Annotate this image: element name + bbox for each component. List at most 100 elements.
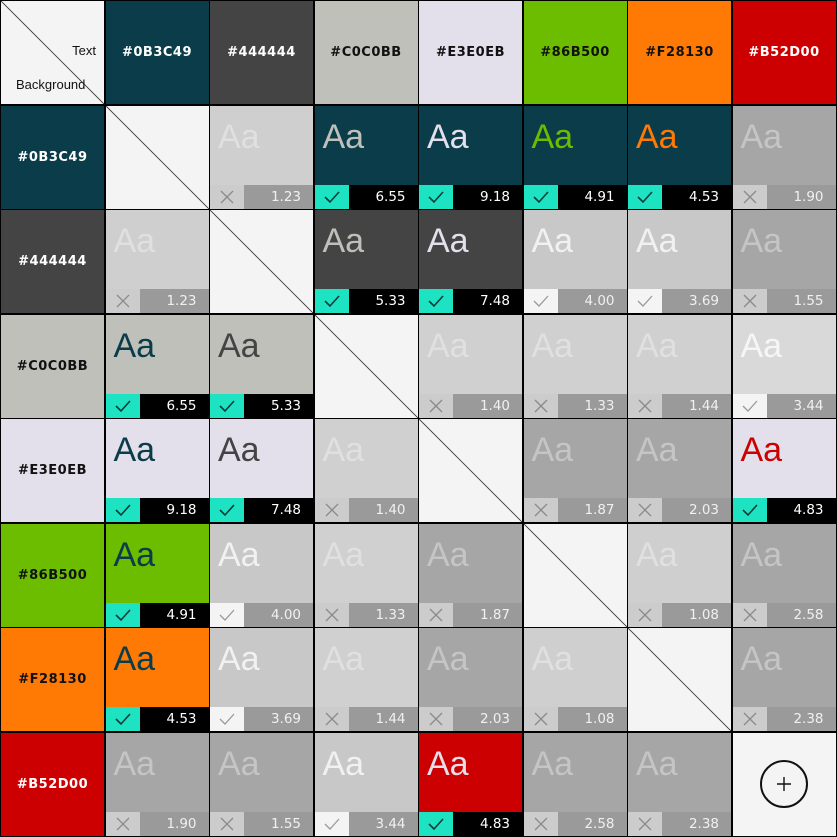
contrast-sample-e3e0eb-on-f28130[interactable]: Aa 2.03: [419, 628, 522, 731]
contrast-sample-86b500-on-444444[interactable]: Aa 4.00: [523, 210, 627, 313]
sample-text: Aa: [427, 535, 469, 574]
plus-icon: [777, 777, 791, 791]
contrast-sample-e3e0eb-on-0b3c49[interactable]: Aa 9.18: [419, 105, 522, 209]
cross-icon: [314, 602, 349, 627]
text-color-header-86b500[interactable]: #86B500: [523, 1, 627, 104]
status-bar: 1.87: [523, 498, 627, 522]
diagonal-cell: [314, 314, 418, 418]
contrast-sample-c0c0bb-on-f28130[interactable]: Aa 1.44: [314, 628, 418, 731]
cross-icon: [732, 289, 767, 313]
background-color-header-444444[interactable]: #444444: [1, 210, 104, 313]
status-bar: 2.03: [419, 707, 522, 731]
sample-text: Aa: [636, 744, 678, 783]
status-bar: 1.90: [732, 184, 836, 209]
contrast-sample-444444-on-f28130[interactable]: Aa 3.69: [210, 628, 313, 731]
contrast-sample-444444-on-c0c0bb[interactable]: Aa 5.33: [210, 314, 313, 418]
status-bar: 1.44: [628, 393, 731, 418]
contrast-sample-444444-on-86b500[interactable]: Aa 4.00: [210, 523, 313, 627]
contrast-sample-e3e0eb-on-b52d00[interactable]: Aa 4.83: [419, 732, 522, 836]
contrast-sample-0b3c49-on-c0c0bb[interactable]: Aa 6.55: [105, 314, 209, 418]
text-color-header-e3e0eb[interactable]: #E3E0EB: [419, 1, 522, 104]
status-bar: 1.55: [210, 811, 313, 836]
contrast-ratio: 1.23: [244, 184, 313, 209]
status-bar: 4.83: [419, 811, 522, 836]
contrast-sample-c0c0bb-on-444444[interactable]: Aa 5.33: [314, 210, 418, 313]
background-color-header-0b3c49[interactable]: #0B3C49: [1, 105, 104, 209]
contrast-sample-0b3c49-on-f28130[interactable]: Aa 4.53: [105, 628, 209, 731]
sample-text: Aa: [113, 535, 156, 574]
contrast-sample-86b500-on-0b3c49[interactable]: Aa 4.91: [523, 105, 627, 209]
contrast-sample-c0c0bb-on-86b500[interactable]: Aa 1.33: [314, 523, 418, 627]
contrast-sample-c0c0bb-on-e3e0eb[interactable]: Aa 1.40: [314, 419, 418, 522]
cross-icon: [628, 393, 662, 418]
contrast-sample-86b500-on-e3e0eb[interactable]: Aa 1.87: [523, 419, 627, 522]
sample-text: Aa: [113, 222, 156, 260]
contrast-sample-0b3c49-on-444444[interactable]: Aa 1.23: [105, 210, 209, 313]
contrast-sample-f28130-on-c0c0bb[interactable]: Aa 1.44: [628, 314, 731, 418]
contrast-sample-b52d00-on-c0c0bb[interactable]: Aa 3.44: [732, 314, 836, 418]
background-color-label: #86B500: [17, 567, 88, 583]
check-light-icon: [732, 393, 767, 418]
text-color-label: #86B500: [540, 45, 610, 60]
contrast-sample-0b3c49-on-e3e0eb[interactable]: Aa 9.18: [105, 419, 209, 522]
status-bar: 4.53: [628, 184, 731, 209]
background-color-header-c0c0bb[interactable]: #C0C0BB: [1, 314, 104, 418]
background-color-header-86b500[interactable]: #86B500: [1, 523, 104, 627]
background-axis-label: Background: [16, 77, 86, 92]
sample-text: Aa: [218, 326, 260, 365]
contrast-sample-b52d00-on-e3e0eb[interactable]: Aa 4.83: [732, 419, 836, 522]
sample-text: Aa: [531, 222, 574, 260]
sample-text: Aa: [636, 117, 678, 156]
background-color-header-e3e0eb[interactable]: #E3E0EB: [1, 419, 104, 522]
contrast-sample-f28130-on-b52d00[interactable]: Aa 2.38: [628, 732, 731, 836]
cross-icon: [105, 289, 140, 313]
contrast-ratio: 1.33: [348, 602, 418, 627]
check-icon: [628, 184, 662, 209]
diagonal-line: [314, 314, 418, 418]
cross-icon: [732, 602, 767, 627]
contrast-ratio: 7.48: [453, 289, 522, 313]
contrast-ratio: 9.18: [139, 498, 209, 522]
background-color-header-f28130[interactable]: #F28130: [1, 628, 104, 731]
diagonal-line: [523, 523, 627, 627]
sample-text: Aa: [113, 744, 156, 783]
text-color-header-b52d00[interactable]: #B52D00: [732, 1, 836, 104]
contrast-sample-e3e0eb-on-444444[interactable]: Aa 7.48: [419, 210, 522, 313]
status-bar: 2.03: [628, 498, 731, 522]
status-bar: 5.33: [210, 393, 313, 418]
check-icon: [105, 393, 140, 418]
diagonal-line: [628, 628, 731, 731]
contrast-sample-b52d00-on-0b3c49[interactable]: Aa 1.90: [732, 105, 836, 209]
text-color-header-444444[interactable]: #444444: [210, 1, 313, 104]
contrast-sample-c0c0bb-on-0b3c49[interactable]: Aa 6.55: [314, 105, 418, 209]
text-color-header-c0c0bb[interactable]: #C0C0BB: [314, 1, 418, 104]
contrast-sample-f28130-on-e3e0eb[interactable]: Aa 2.03: [628, 419, 731, 522]
contrast-ratio: 5.33: [348, 289, 418, 313]
contrast-sample-0b3c49-on-86b500[interactable]: Aa 4.91: [105, 523, 209, 627]
add-color-button[interactable]: [760, 760, 808, 808]
check-light-icon: [210, 602, 244, 627]
contrast-sample-e3e0eb-on-86b500[interactable]: Aa 1.87: [419, 523, 522, 627]
contrast-sample-f28130-on-86b500[interactable]: Aa 1.08: [628, 523, 731, 627]
contrast-sample-444444-on-0b3c49[interactable]: Aa 1.23: [210, 105, 313, 209]
contrast-sample-444444-on-e3e0eb[interactable]: Aa 7.48: [210, 419, 313, 522]
contrast-sample-86b500-on-f28130[interactable]: Aa 1.08: [523, 628, 627, 731]
sample-text: Aa: [531, 431, 574, 469]
status-bar: 6.55: [105, 393, 209, 418]
check-light-icon: [314, 811, 349, 836]
text-color-header-f28130[interactable]: #F28130: [628, 1, 731, 104]
contrast-sample-0b3c49-on-b52d00[interactable]: Aa 1.90: [105, 732, 209, 836]
background-color-header-b52d00[interactable]: #B52D00: [1, 732, 104, 836]
contrast-sample-b52d00-on-444444[interactable]: Aa 1.55: [732, 210, 836, 313]
contrast-sample-f28130-on-0b3c49[interactable]: Aa 4.53: [628, 105, 731, 209]
contrast-sample-86b500-on-b52d00[interactable]: Aa 2.58: [523, 732, 627, 836]
contrast-sample-c0c0bb-on-b52d00[interactable]: Aa 3.44: [314, 732, 418, 836]
status-bar: 1.90: [105, 811, 209, 836]
contrast-sample-e3e0eb-on-c0c0bb[interactable]: Aa 1.40: [419, 314, 522, 418]
text-color-header-0b3c49[interactable]: #0B3C49: [105, 1, 209, 104]
contrast-sample-b52d00-on-f28130[interactable]: Aa 2.38: [732, 628, 836, 731]
contrast-sample-444444-on-b52d00[interactable]: Aa 1.55: [210, 732, 313, 836]
contrast-sample-b52d00-on-86b500[interactable]: Aa 2.58: [732, 523, 836, 627]
contrast-sample-86b500-on-c0c0bb[interactable]: Aa 1.33: [523, 314, 627, 418]
contrast-sample-f28130-on-444444[interactable]: Aa 3.69: [628, 210, 731, 313]
